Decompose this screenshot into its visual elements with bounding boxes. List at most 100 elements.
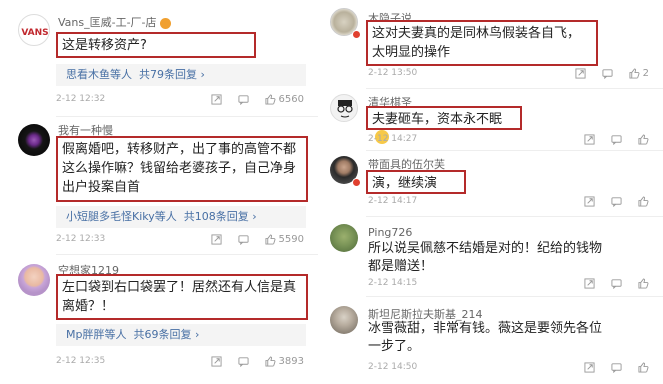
svg-text:VANS: VANS bbox=[21, 28, 48, 38]
like-button[interactable]: 6560 bbox=[265, 94, 304, 105]
comment-icon[interactable] bbox=[611, 362, 622, 373]
comment-body: 这对夫妻真的是同林鸟假装各自飞，太明显的操作 bbox=[366, 20, 598, 66]
chevron-right-icon: › bbox=[200, 68, 205, 81]
comment-meta: 2-12 12:33 5590 bbox=[56, 234, 304, 248]
thumbs-up-icon bbox=[265, 356, 275, 367]
verified-badge-icon bbox=[352, 30, 361, 39]
avatar[interactable] bbox=[330, 306, 358, 334]
divider bbox=[366, 296, 663, 297]
reply-names[interactable]: 思看木鱼等人 bbox=[66, 68, 132, 81]
like-count: 2 bbox=[642, 68, 649, 79]
comment-body: 冰雪薇甜，非常有钱。薇这是要领先各位一步了。 bbox=[368, 321, 603, 354]
avatar[interactable] bbox=[18, 264, 50, 296]
divider bbox=[56, 116, 318, 117]
share-icon[interactable] bbox=[584, 278, 595, 289]
share-icon[interactable] bbox=[584, 196, 595, 207]
avatar[interactable] bbox=[330, 224, 358, 252]
thumbs-up-icon[interactable] bbox=[638, 362, 649, 373]
reply-count-link[interactable]: 共69条回复 bbox=[133, 328, 191, 341]
thumbs-up-icon[interactable] bbox=[638, 134, 649, 145]
avatar[interactable]: VANS bbox=[18, 14, 50, 46]
comment-item: VANS Vans_匡威-工-厂-店 这是转移资产? 思看木鱼等人 共79条回复… bbox=[0, 8, 318, 117]
comment-body: 夫妻砸车，资本永不眠 bbox=[366, 106, 522, 144]
comment-meta: 2-12 12:35 3893 bbox=[56, 356, 304, 370]
right-comment-column: 木隐子说 这对夫妻真的是同林鸟假装各自飞，太明显的操作 2-12 13:50 2 bbox=[322, 0, 663, 384]
left-comment-column: VANS Vans_匡威-工-厂-店 这是转移资产? 思看木鱼等人 共79条回复… bbox=[0, 0, 318, 384]
comment-date: 2-12 14:17 bbox=[368, 196, 418, 206]
comment-meta: 2-12 12:32 6560 bbox=[56, 94, 304, 108]
comment-icon[interactable] bbox=[611, 134, 622, 145]
comment-body: 假离婚吧，转移财产，出了事的高管不都这么操作嘛？钱留给老婆孩子，自己净身出户投案… bbox=[56, 136, 308, 202]
avatar[interactable] bbox=[18, 124, 50, 156]
comment-date: 2-12 12:33 bbox=[56, 234, 106, 244]
comment-meta: 2-12 14:50 bbox=[368, 362, 649, 376]
vans-logo-icon: VANS bbox=[21, 28, 48, 38]
like-button[interactable]: 5590 bbox=[265, 234, 304, 245]
like-count: 3893 bbox=[278, 356, 304, 367]
comment-date: 2-12 14:27 bbox=[368, 134, 418, 144]
verified-badge-icon bbox=[352, 178, 361, 187]
comment-icon[interactable] bbox=[238, 94, 249, 105]
like-count: 5590 bbox=[278, 234, 304, 245]
comment-date: 2-12 14:50 bbox=[368, 362, 418, 372]
comment-body: 这是转移资产? bbox=[56, 32, 256, 58]
comment-meta: 2-12 13:50 2 bbox=[368, 68, 649, 82]
share-icon[interactable] bbox=[584, 362, 595, 373]
divider bbox=[366, 88, 663, 89]
thumbs-up-icon bbox=[629, 68, 640, 79]
reply-names[interactable]: Mp胖胖等人 bbox=[66, 328, 126, 341]
comment-icon[interactable] bbox=[611, 196, 622, 207]
divider bbox=[56, 254, 318, 255]
reply-summary[interactable]: 小短腿多毛怪Kiky等人 共108条回复 › bbox=[56, 206, 306, 228]
vip-badge-icon bbox=[159, 17, 171, 29]
comment-item: 木隐子说 这对夫妻真的是同林鸟假装各自飞，太明显的操作 2-12 13:50 2 bbox=[322, 6, 663, 89]
reply-names[interactable]: 小短腿多毛怪Kiky等人 bbox=[66, 210, 177, 223]
username[interactable]: Ping726 bbox=[368, 226, 412, 239]
like-count: 6560 bbox=[278, 94, 304, 105]
comment-item: 斯坦尼斯拉夫斯基_214 冰雪薇甜，非常有钱。薇这是要领先各位一步了。 2-12… bbox=[322, 300, 663, 384]
thumbs-up-icon[interactable] bbox=[638, 278, 649, 289]
reply-count-link[interactable]: 共108条回复 bbox=[184, 210, 249, 223]
avatar[interactable] bbox=[330, 94, 358, 122]
comment-date: 2-12 12:32 bbox=[56, 94, 106, 104]
comment-date: 2-12 13:50 bbox=[368, 68, 418, 78]
comment-item: Ping726 所以说吴佩慈不结婚是对的！纪给的钱物都是赠送！ 2-12 14:… bbox=[322, 220, 663, 297]
share-icon[interactable] bbox=[211, 356, 222, 367]
divider bbox=[366, 216, 663, 217]
comment-meta: 2-12 14:27 bbox=[368, 134, 649, 148]
divider bbox=[366, 150, 663, 151]
reply-count-link[interactable]: 共79条回复 bbox=[139, 68, 197, 81]
thumbs-up-icon[interactable] bbox=[638, 196, 649, 207]
username[interactable]: Vans_匡威-工-厂-店 bbox=[58, 14, 171, 30]
reply-summary[interactable]: Mp胖胖等人 共69条回复 › bbox=[56, 324, 306, 346]
comment-item: 空想家1219 左口袋到右口袋罢了！居然还有人信是真离婚？！ Mp胖胖等人 共6… bbox=[0, 258, 318, 384]
like-button[interactable]: 3893 bbox=[265, 356, 304, 367]
comment-body: 演，继续演 bbox=[366, 170, 466, 194]
thumbs-up-icon bbox=[265, 94, 275, 105]
share-icon[interactable] bbox=[575, 68, 586, 79]
thumbs-up-icon bbox=[265, 234, 275, 245]
comment-item: 我有一种慢 假离婚吧，转移财产，出了事的高管不都这么操作嘛？钱留给老婆孩子，自己… bbox=[0, 118, 318, 255]
like-button[interactable]: 2 bbox=[629, 68, 649, 79]
comment-icon[interactable] bbox=[611, 278, 622, 289]
comment-body: 左口袋到右口袋罢了！居然还有人信是真离婚？！ bbox=[56, 274, 308, 320]
comment-item: 带面具的伍尔芙 演，继续演 2-12 14:17 bbox=[322, 152, 663, 217]
comment-item: 清华棋圣 夫妻砸车，资本永不眠 2-12 14:27 bbox=[322, 90, 663, 151]
share-icon[interactable] bbox=[584, 134, 595, 145]
reply-summary[interactable]: 思看木鱼等人 共79条回复 › bbox=[56, 64, 306, 86]
comment-icon[interactable] bbox=[238, 356, 249, 367]
comment-date: 2-12 12:35 bbox=[56, 356, 106, 366]
comment-icon[interactable] bbox=[602, 68, 613, 79]
chevron-right-icon: › bbox=[194, 328, 200, 341]
cartoon-face-icon bbox=[337, 100, 353, 118]
comment-meta: 2-12 14:15 bbox=[368, 278, 649, 292]
comment-meta: 2-12 14:17 bbox=[368, 196, 649, 210]
username-text[interactable]: Vans_匡威-工-厂-店 bbox=[58, 16, 157, 29]
comment-date: 2-12 14:15 bbox=[368, 278, 418, 288]
share-icon[interactable] bbox=[211, 94, 222, 105]
share-icon[interactable] bbox=[211, 234, 222, 245]
comment-body: 所以说吴佩慈不结婚是对的！纪给的钱物都是赠送！ bbox=[368, 241, 603, 274]
chevron-right-icon: › bbox=[252, 210, 257, 223]
comment-icon[interactable] bbox=[238, 234, 249, 245]
comment-text: 夫妻砸车，资本永不眠 bbox=[372, 112, 503, 127]
